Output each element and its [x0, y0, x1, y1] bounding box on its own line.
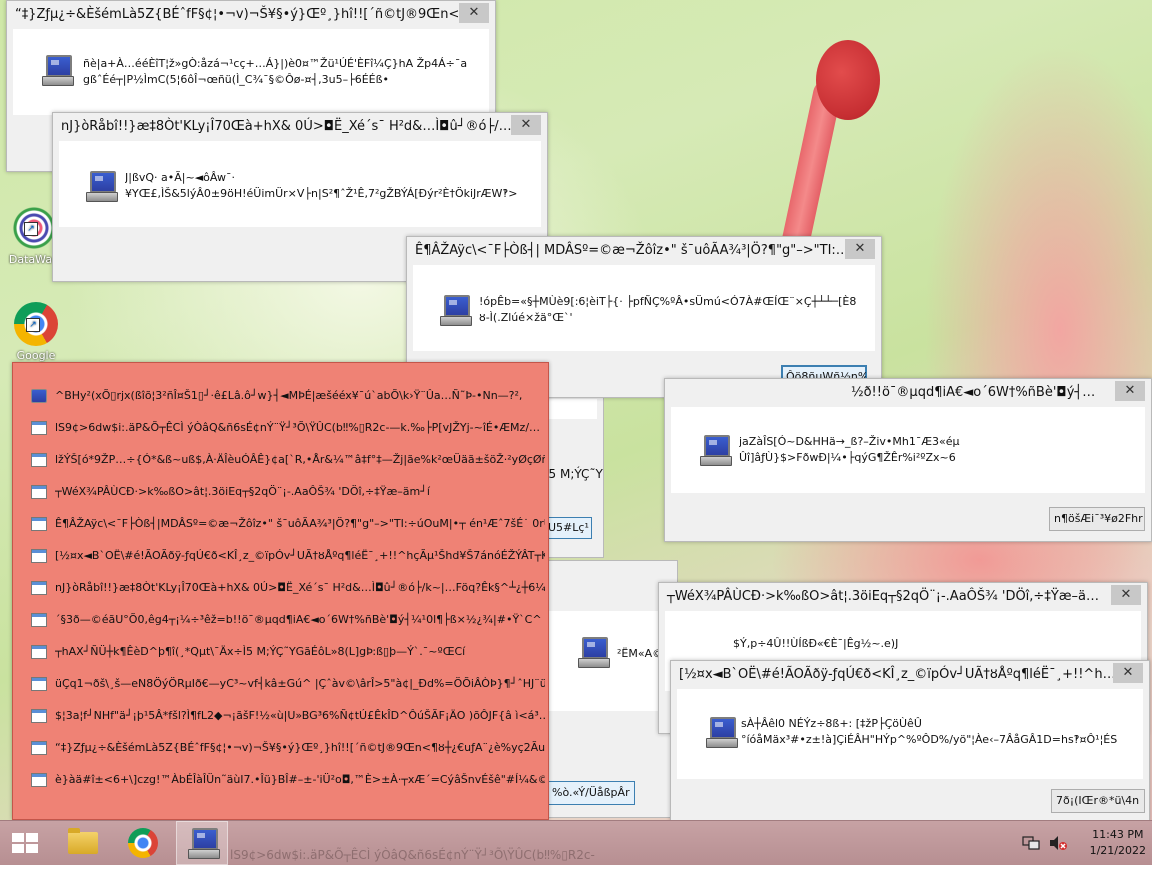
- computer-icon: [31, 389, 47, 403]
- message-line-1: jaZàÎS[Ó~D&HHä→_ß?–Živ•Mh1¯Æ3«éµ: [739, 435, 960, 448]
- computer-icon: [577, 637, 610, 668]
- wallpaper-flower: [816, 40, 880, 120]
- dialog-button[interactable]: U5#Lç¹: [545, 517, 592, 539]
- window-icon: [31, 773, 47, 787]
- clock-time: 11:43 PM: [1092, 828, 1144, 841]
- window-body: ñè|a+À…ééÈîT¦ž»gÒ:åzá¬¹cç+…Á}|)è0¤™Žü¹ÚÉ…: [13, 29, 489, 115]
- window-body: !ópÊb=«§┼MÙè9[:6¦èiT├{· ├pfÑÇ%ºÂ•sÜmú<Ó7…: [413, 265, 875, 351]
- list-item[interactable]: “‡}Zƒµ¿÷&ÈšémLà5Z{BÉˆfF§¢¦•¬v)¬Š¥§•ý}Œº¸…: [31, 739, 545, 757]
- window-title[interactable]: nJ}òRåbî!!}æ‡8Òt'KLy¡Î70Œà+hX& 0Ú>◘Ë_Xé´…: [53, 113, 547, 141]
- list-item[interactable]: lS9¢>6dw$i:.äP&Õ┬ÊCÌ ýÒâQ&ñ6sÉ¢nÝ¨Ÿ┘³Õ\Ÿ…: [31, 419, 545, 437]
- message-line-1: ñè|a+À…ééÈîT¦ž»gÒ:åzá¬¹cç+…Á}|)è0¤™Žü¹ÚÉ…: [83, 57, 468, 70]
- list-item[interactable]: ┬hAX┘ÑÜ┼k¶ÊèD^þ¶î(¸*Qµt\¯Äx÷Ì5 M;ÝÇ˜YGãÉ…: [31, 643, 545, 661]
- dialog-button[interactable]: 7ð¡(IŒr®*ü\4n: [1051, 789, 1145, 813]
- message-line-1: J|ßvQ· a•Ã|~◄ôÂw¯·: [125, 171, 235, 184]
- message-line-2: ȣ-Ì(.Zlúé×žä°Œ`': [479, 311, 573, 324]
- chrome-icon: [128, 828, 158, 858]
- computer-icon: [439, 295, 472, 326]
- message-window[interactable]: ½ð!!ö¯®µqd¶iA€◄o´6W†%ñBè'◘ý┤… ✕ jaZàÎS[Ó…: [664, 378, 1152, 542]
- clock-date: 1/21/2022: [1089, 844, 1146, 857]
- speaker-muted-icon[interactable]: [1048, 835, 1068, 879]
- window-icon: [31, 581, 47, 595]
- window-icon: [31, 485, 47, 499]
- message-line-1: !ópÊb=«§┼MÙè9[:6¦èiT├{· ├pfÑÇ%ºÂ•sÜmú<Ó7…: [479, 295, 857, 308]
- window-icon: [31, 741, 47, 755]
- list-item[interactable]: è}àä#î±<6+\]czg!™ÀbÉÎàÎÜn˜äùI7.•Îü}BÎ#–±…: [31, 771, 545, 789]
- message-line-1: $Ý,p÷4Û!!ÙÍßÐ«€È¯|Êg½~.e)J: [733, 637, 899, 650]
- list-item[interactable]: Ê¶ÂŽAÿc\<¯F├Òß┤|MDÂSº=©æ¬Žôîz•" š¯uôÃA¾³…: [31, 515, 545, 533]
- shortcut-arrow-icon: ↗: [24, 222, 38, 236]
- window-title[interactable]: ┬WéX¾PÂÙCÐ·>k‰ßO>ât¦.3öiEq┬§2qÖ¨¡-.AaÔŠ¾…: [659, 583, 1147, 611]
- window-body: J|ßvQ· a•Ã|~◄ôÂw¯· ¥YŒ£,ÌŠ&5lýÂ0±9öH!éÜi…: [59, 141, 541, 227]
- list-item[interactable]: ´§3ð—©éãU°Õ0,êg4┬¡¼÷³êž=b!!ö¯®µqd¶iA€◄o´…: [31, 611, 545, 629]
- windows-logo-icon: [12, 833, 38, 853]
- computer-icon: [699, 435, 732, 466]
- message-line-2: ¥YŒ£,ÌŠ&5lýÂ0±9öH!éÜimÜr×V├n|S²¶ˆŽ¹Ê,7²g…: [125, 187, 518, 200]
- chrome-icon: ↗: [14, 302, 58, 346]
- close-button[interactable]: ✕: [1111, 585, 1141, 605]
- window-icon: [31, 549, 47, 563]
- window-title-fragment: Ì5 M;ÝÇ˜Y: [545, 467, 603, 481]
- background-window[interactable]: ✕ Ì5 M;ÝÇ˜Y U5#Lç¹: [540, 372, 604, 558]
- close-button[interactable]: ✕: [1113, 663, 1143, 683]
- action-center-icon[interactable]: [1022, 835, 1040, 879]
- window-title[interactable]: Ê¶ÂŽAÿc\<¯F├Òß┤| MDÂSº=©æ¬Žôîz•" š¯uôÃA¾…: [407, 237, 881, 265]
- message-line-2: Ûî]âƒÙ}$>FðwÐ|¼•├qýG¶ŽÊr%i²ºZx~6: [739, 451, 956, 464]
- desktop-background: ↗ DataWag ↗ Google “‡}Zƒµ¿÷&ÈšémLà5Z{BÉˆ…: [0, 0, 1152, 820]
- desktop-icon-label: Google: [16, 349, 56, 362]
- datawag-icon: ↗: [12, 206, 56, 250]
- message-line-1: sÀ┼Âêl0 NÉÝz÷8ß+: [‡žP├ÇöÙêÛ: [741, 717, 922, 730]
- window-icon: [31, 517, 47, 531]
- list-item[interactable]: [½¤x◄B`OË\#é!ÃOÃðÿ-ƒqÚ€ð<KÎ¸z_©ïpÓv┘UÃ†ȣ…: [31, 547, 545, 565]
- taskbar-running-app[interactable]: [176, 821, 228, 865]
- folder-icon: [68, 828, 98, 854]
- dialog-button[interactable]: n¶öšÆi¯³¥ø2Fhr: [1049, 507, 1145, 531]
- message-fragment: ²ËM«A©: [617, 647, 664, 660]
- window-icon: [31, 709, 47, 723]
- window-icon: [31, 645, 47, 659]
- list-item[interactable]: ^BHy²(xÕ▯rjx(ßîõ¦3²ñÎ¤Š1▯┘·ê£Lâ.ô┘w}┤◄MÞ…: [31, 387, 545, 405]
- close-button[interactable]: ✕: [845, 239, 875, 259]
- close-button[interactable]: ✕: [1115, 381, 1145, 401]
- taskbar: lS9¢>6dw$i:.äP&Õ┬ÊCÌ ýÒâQ&ñ6sÉ¢nÝ¨Ÿ┘³Õ\Ÿ…: [0, 820, 1152, 865]
- message-line-2: °íóåMäx³#•z±!à]ÇiÉÂH"HÝp^%ºÔD%/yö"¦Àe‹–7…: [741, 733, 1118, 746]
- window-icon: [31, 453, 47, 467]
- message-window[interactable]: [½¤x◄B`OË\#é!ÃOÃðÿ-ƒqÚ€ð<KÎ¸z_©ïpÓv┘UÃ†ȣ…: [670, 660, 1150, 820]
- window-icon: [31, 421, 47, 435]
- window-icon: [31, 613, 47, 627]
- list-item[interactable]: lžÝŠ[ó*9ŽP…÷{Ó*&ß~uß$,À·ÄÎèuÓÂÊ}¢a[`R,•Å…: [31, 451, 545, 469]
- system-clock[interactable]: 11:43 PM 1/21/2022: [1090, 827, 1146, 859]
- window-icon: [31, 677, 47, 691]
- list-item[interactable]: üÇq1¬ðš\¸š—eN8ÖýÖRµIð€—yC³~vf┤kâ±Gú^ |Çˆ…: [31, 675, 545, 693]
- close-button[interactable]: ✕: [459, 3, 489, 23]
- window-title[interactable]: “‡}Zƒµ¿÷&ÈšémLà5Z{BÉˆfF§¢¦•¬v)¬Š¥§•ý}Œº¸…: [7, 1, 495, 29]
- process-list-window[interactable]: ^BHy²(xÕ▯rjx(ßîõ¦3²ñÎ¤Š1▯┘·ê£Lâ.ô┘w}┤◄MÞ…: [12, 362, 549, 820]
- taskbar-file-explorer[interactable]: [56, 821, 108, 865]
- list-item[interactable]: ┬WéX¾PÂÙCÐ·>k‰ßO>ât¦.3öiEq┬§2qÖ¨¡-.AaÔŠ¾…: [31, 483, 545, 501]
- close-button[interactable]: ✕: [511, 115, 541, 135]
- window-body: jaZàÎS[Ó~D&HHä→_ß?–Živ•Mh1¯Æ3«éµ Ûî]âƒÙ}…: [671, 407, 1145, 493]
- message-line-2: gßˆÉé┬|P½ÌmC(5¦6ôÎ¬œñü(Ì_C¾¯§©Ôø-¤┤,3u5–…: [83, 73, 390, 86]
- list-item[interactable]: nJ}òRåbî!!}æ‡8Òt'KLy¡Î70Œà+hX& 0Ú>◘Ë_Xé´…: [31, 579, 545, 597]
- window-title[interactable]: ½ð!!ö¯®µqd¶iA€◄o´6W†%ñBè'◘ý┤…: [665, 379, 1151, 407]
- desktop-icon-google[interactable]: ↗ Google: [4, 302, 68, 362]
- window-body: sÀ┼Âêl0 NÉÝz÷8ß+: [‡žP├ÇöÙêÛ °íóåMäx³#•z…: [677, 689, 1143, 779]
- list-item[interactable]: $¦3a¦f┘NHf"ä┘¡þ¹5Â*fšl?Ì¶fL2◆¬¡ãšF!½«ù|U…: [31, 707, 545, 725]
- computer-icon: [705, 717, 738, 748]
- taskbar-ghost-text: lS9¢>6dw$i:.äP&Õ┬ÊCÌ ýÒâQ&ñ6sÉ¢nÝ¨Ÿ┘³Õ\Ÿ…: [230, 848, 595, 862]
- window-title[interactable]: [½¤x◄B`OË\#é!ÃOÃðÿ-ƒqÚ€ð<KÎ¸z_©ïpÓv┘UÃ†ȣ…: [671, 661, 1149, 689]
- computer-icon: [187, 828, 220, 859]
- shortcut-arrow-icon: ↗: [26, 318, 40, 332]
- start-button[interactable]: [0, 821, 52, 865]
- computer-icon: [85, 171, 118, 202]
- taskbar-chrome[interactable]: [116, 821, 168, 865]
- computer-icon: [41, 55, 74, 86]
- dialog-button[interactable]: %ò.«Ý/ÜåßpÂr: [547, 781, 635, 805]
